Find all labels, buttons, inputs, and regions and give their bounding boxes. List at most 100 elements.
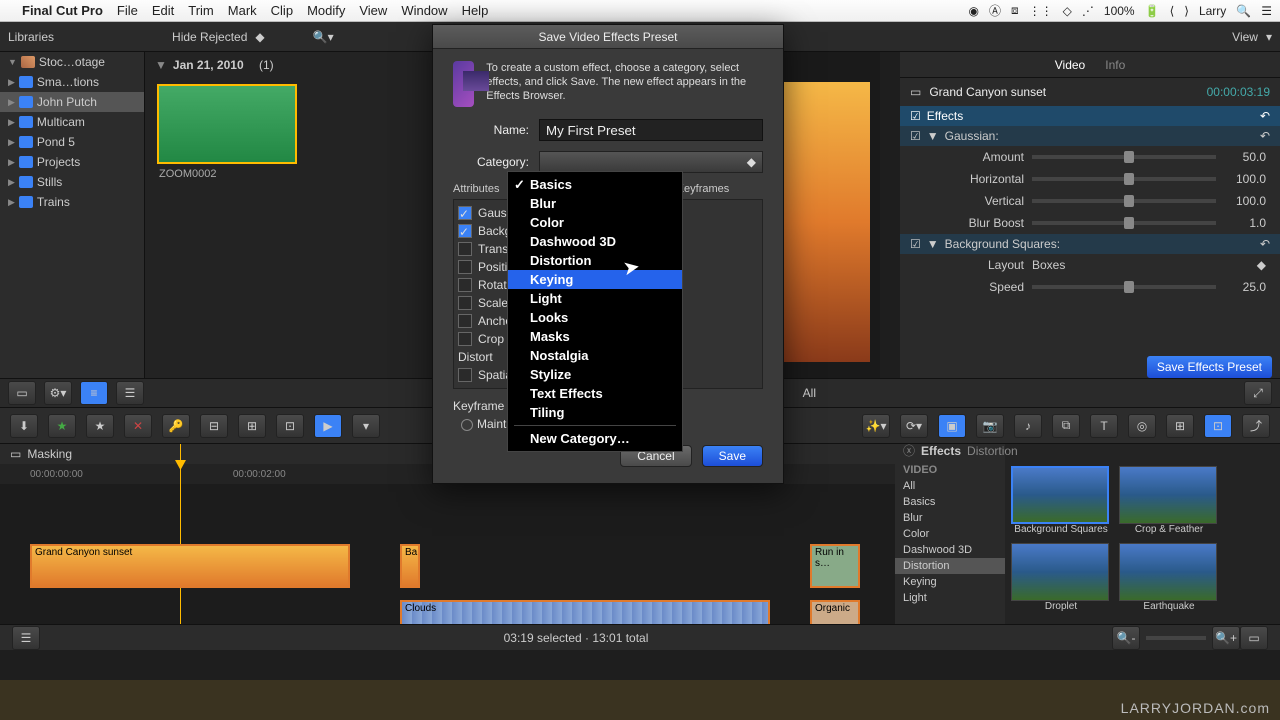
index-icon[interactable]: ☰ [12, 626, 40, 650]
music-icon[interactable]: ♪ [1014, 414, 1042, 438]
eff-cat[interactable]: Blur [895, 510, 1005, 526]
effects-section[interactable]: ☑Effects↶ [900, 106, 1280, 126]
library-item[interactable]: ▶Multicam [0, 112, 144, 132]
filmstrip-icon[interactable]: ▭ [8, 381, 36, 405]
dropdown-opt[interactable]: Blur [508, 194, 682, 213]
library-root[interactable]: ▼Stoc…otage [0, 52, 144, 72]
dropdown-new-category[interactable]: New Category… [508, 429, 682, 448]
clip-appearance-icon[interactable]: ▭ [1240, 626, 1268, 650]
menu-trim[interactable]: Trim [188, 3, 214, 18]
library-item[interactable]: ▶Sma…tions [0, 72, 144, 92]
menu-edit[interactable]: Edit [152, 3, 174, 18]
retime-icon[interactable]: ⟳▾ [900, 414, 928, 438]
library-item[interactable]: ▶Stills [0, 172, 144, 192]
insert-icon[interactable]: ⊞ [238, 414, 266, 438]
status-icon[interactable]: ◉ [969, 4, 979, 18]
effect-thumb[interactable]: Earthquake [1119, 543, 1219, 612]
effect-thumb[interactable]: Crop & Feather [1119, 466, 1219, 535]
gaussian-sub[interactable]: ☑▼Gaussian:↶ [900, 126, 1280, 146]
notifications-icon[interactable]: ☰ [1261, 4, 1272, 18]
menu-help[interactable]: Help [462, 3, 489, 18]
tool-menu[interactable]: ▾ [352, 414, 380, 438]
bgsquares-sub[interactable]: ☑▼Background Squares:↶ [900, 234, 1280, 254]
append-icon[interactable]: ⊡ [276, 414, 304, 438]
transitions-icon[interactable]: ⧉ [1052, 414, 1080, 438]
photos-icon[interactable]: 📷 [976, 414, 1004, 438]
eff-cat-selected[interactable]: Distortion [895, 558, 1005, 574]
library-item[interactable]: ▶Trains [0, 192, 144, 212]
eff-cat[interactable]: Basics [895, 494, 1005, 510]
keyword-icon[interactable]: 🔑 [162, 414, 190, 438]
param-amount[interactable]: Amount50.0 [900, 146, 1280, 168]
themes-icon[interactable]: ⊞ [1166, 414, 1194, 438]
timeline-index-icon[interactable]: ⊡ [1204, 414, 1232, 438]
share-icon[interactable]: ⤴ [1242, 414, 1270, 438]
app-name[interactable]: Final Cut Pro [22, 3, 103, 18]
wifi-signal-icon[interactable]: ⋰ [1082, 4, 1094, 18]
eff-cat[interactable]: Dashwood 3D [895, 542, 1005, 558]
eff-cat[interactable]: Light [895, 590, 1005, 606]
dropbox-icon[interactable]: ⧈ [1011, 3, 1019, 18]
close-icon[interactable]: ⓧ [903, 442, 915, 459]
dropdown-opt[interactable]: Looks [508, 308, 682, 327]
effect-thumb[interactable]: Background Squares [1011, 466, 1111, 535]
fav-icon[interactable]: ★ [86, 414, 114, 438]
wifi-icon[interactable]: ⋮⋮ [1029, 4, 1053, 18]
library-item-sel[interactable]: ▶John Putch [0, 92, 144, 112]
param-blurboost[interactable]: Blur Boost1.0 [900, 212, 1280, 234]
zoom-out-icon[interactable]: 🔍- [1112, 626, 1140, 650]
dropdown-opt[interactable]: Nostalgia [508, 346, 682, 365]
expand-icon[interactable]: ⤢ [1244, 381, 1272, 405]
menu-view[interactable]: View [359, 3, 387, 18]
library-item[interactable]: ▶Pond 5 [0, 132, 144, 152]
param-vertical[interactable]: Vertical100.0 [900, 190, 1280, 212]
import-icon[interactable]: ⬇ [10, 414, 38, 438]
eff-cat[interactable]: Keying [895, 574, 1005, 590]
dropdown-opt[interactable]: ✓Basics [508, 175, 682, 194]
titles-icon[interactable]: T [1090, 414, 1118, 438]
timeline-clip[interactable]: Ba [400, 544, 420, 588]
param-speed[interactable]: Speed25.0 [900, 276, 1280, 298]
eff-cat[interactable]: Color [895, 526, 1005, 542]
dropdown-opt[interactable]: Text Effects [508, 384, 682, 403]
dropdown-opt-hover[interactable]: Keying [508, 270, 682, 289]
dropdown-opt[interactable]: Distortion [508, 251, 682, 270]
category-select[interactable]: ◆ [539, 151, 763, 173]
library-item[interactable]: ▶Projects [0, 152, 144, 172]
dropdown-opt[interactable]: Light [508, 289, 682, 308]
eff-cat[interactable]: All [895, 478, 1005, 494]
generators-icon[interactable]: ◎ [1128, 414, 1156, 438]
tab-info[interactable]: Info [1105, 58, 1125, 72]
enhance-icon[interactable]: ✨▾ [862, 414, 890, 438]
clip-thumbnail[interactable] [157, 84, 297, 164]
param-horizontal[interactable]: Horizontal100.0 [900, 168, 1280, 190]
dropdown-opt[interactable]: Masks [508, 327, 682, 346]
battery-pct[interactable]: 100% [1104, 4, 1135, 18]
dropdown-opt[interactable]: Stylize [508, 365, 682, 384]
tab-video[interactable]: Video [1055, 58, 1085, 72]
user-name[interactable]: Larry [1199, 4, 1226, 18]
search-icon[interactable]: 🔍▾ [313, 30, 334, 44]
adobe-icon[interactable]: Ⓐ [989, 2, 1001, 19]
fav-green-icon[interactable]: ★ [48, 414, 76, 438]
preset-name-input[interactable] [539, 119, 763, 141]
dropdown-opt[interactable]: Tiling [508, 403, 682, 422]
menu-mark[interactable]: Mark [228, 3, 257, 18]
menu-clip[interactable]: Clip [271, 3, 293, 18]
param-layout[interactable]: LayoutBoxes◆ [900, 254, 1280, 276]
menu-window[interactable]: Window [401, 3, 447, 18]
hide-rejected-popup[interactable]: Hide Rejected [172, 30, 247, 44]
menu-modify[interactable]: Modify [307, 3, 345, 18]
effects-tab-icon[interactable]: ▣ [938, 414, 966, 438]
all-label[interactable]: All [803, 386, 816, 400]
spotlight-icon[interactable]: 🔍 [1236, 4, 1251, 18]
nav-back-icon[interactable]: ⟨ [1170, 4, 1175, 18]
view-popup[interactable]: View [1232, 30, 1258, 44]
view-mode-1[interactable]: ≡ [80, 381, 108, 405]
battery-icon[interactable]: 🔋 [1145, 4, 1160, 18]
nav-fwd-icon[interactable]: ⟩ [1184, 4, 1189, 18]
timeline-clip[interactable]: Run in s… [810, 544, 860, 588]
connect-icon[interactable]: ⊟ [200, 414, 228, 438]
dropdown-opt[interactable]: Color [508, 213, 682, 232]
viewer-canvas[interactable] [770, 82, 870, 362]
